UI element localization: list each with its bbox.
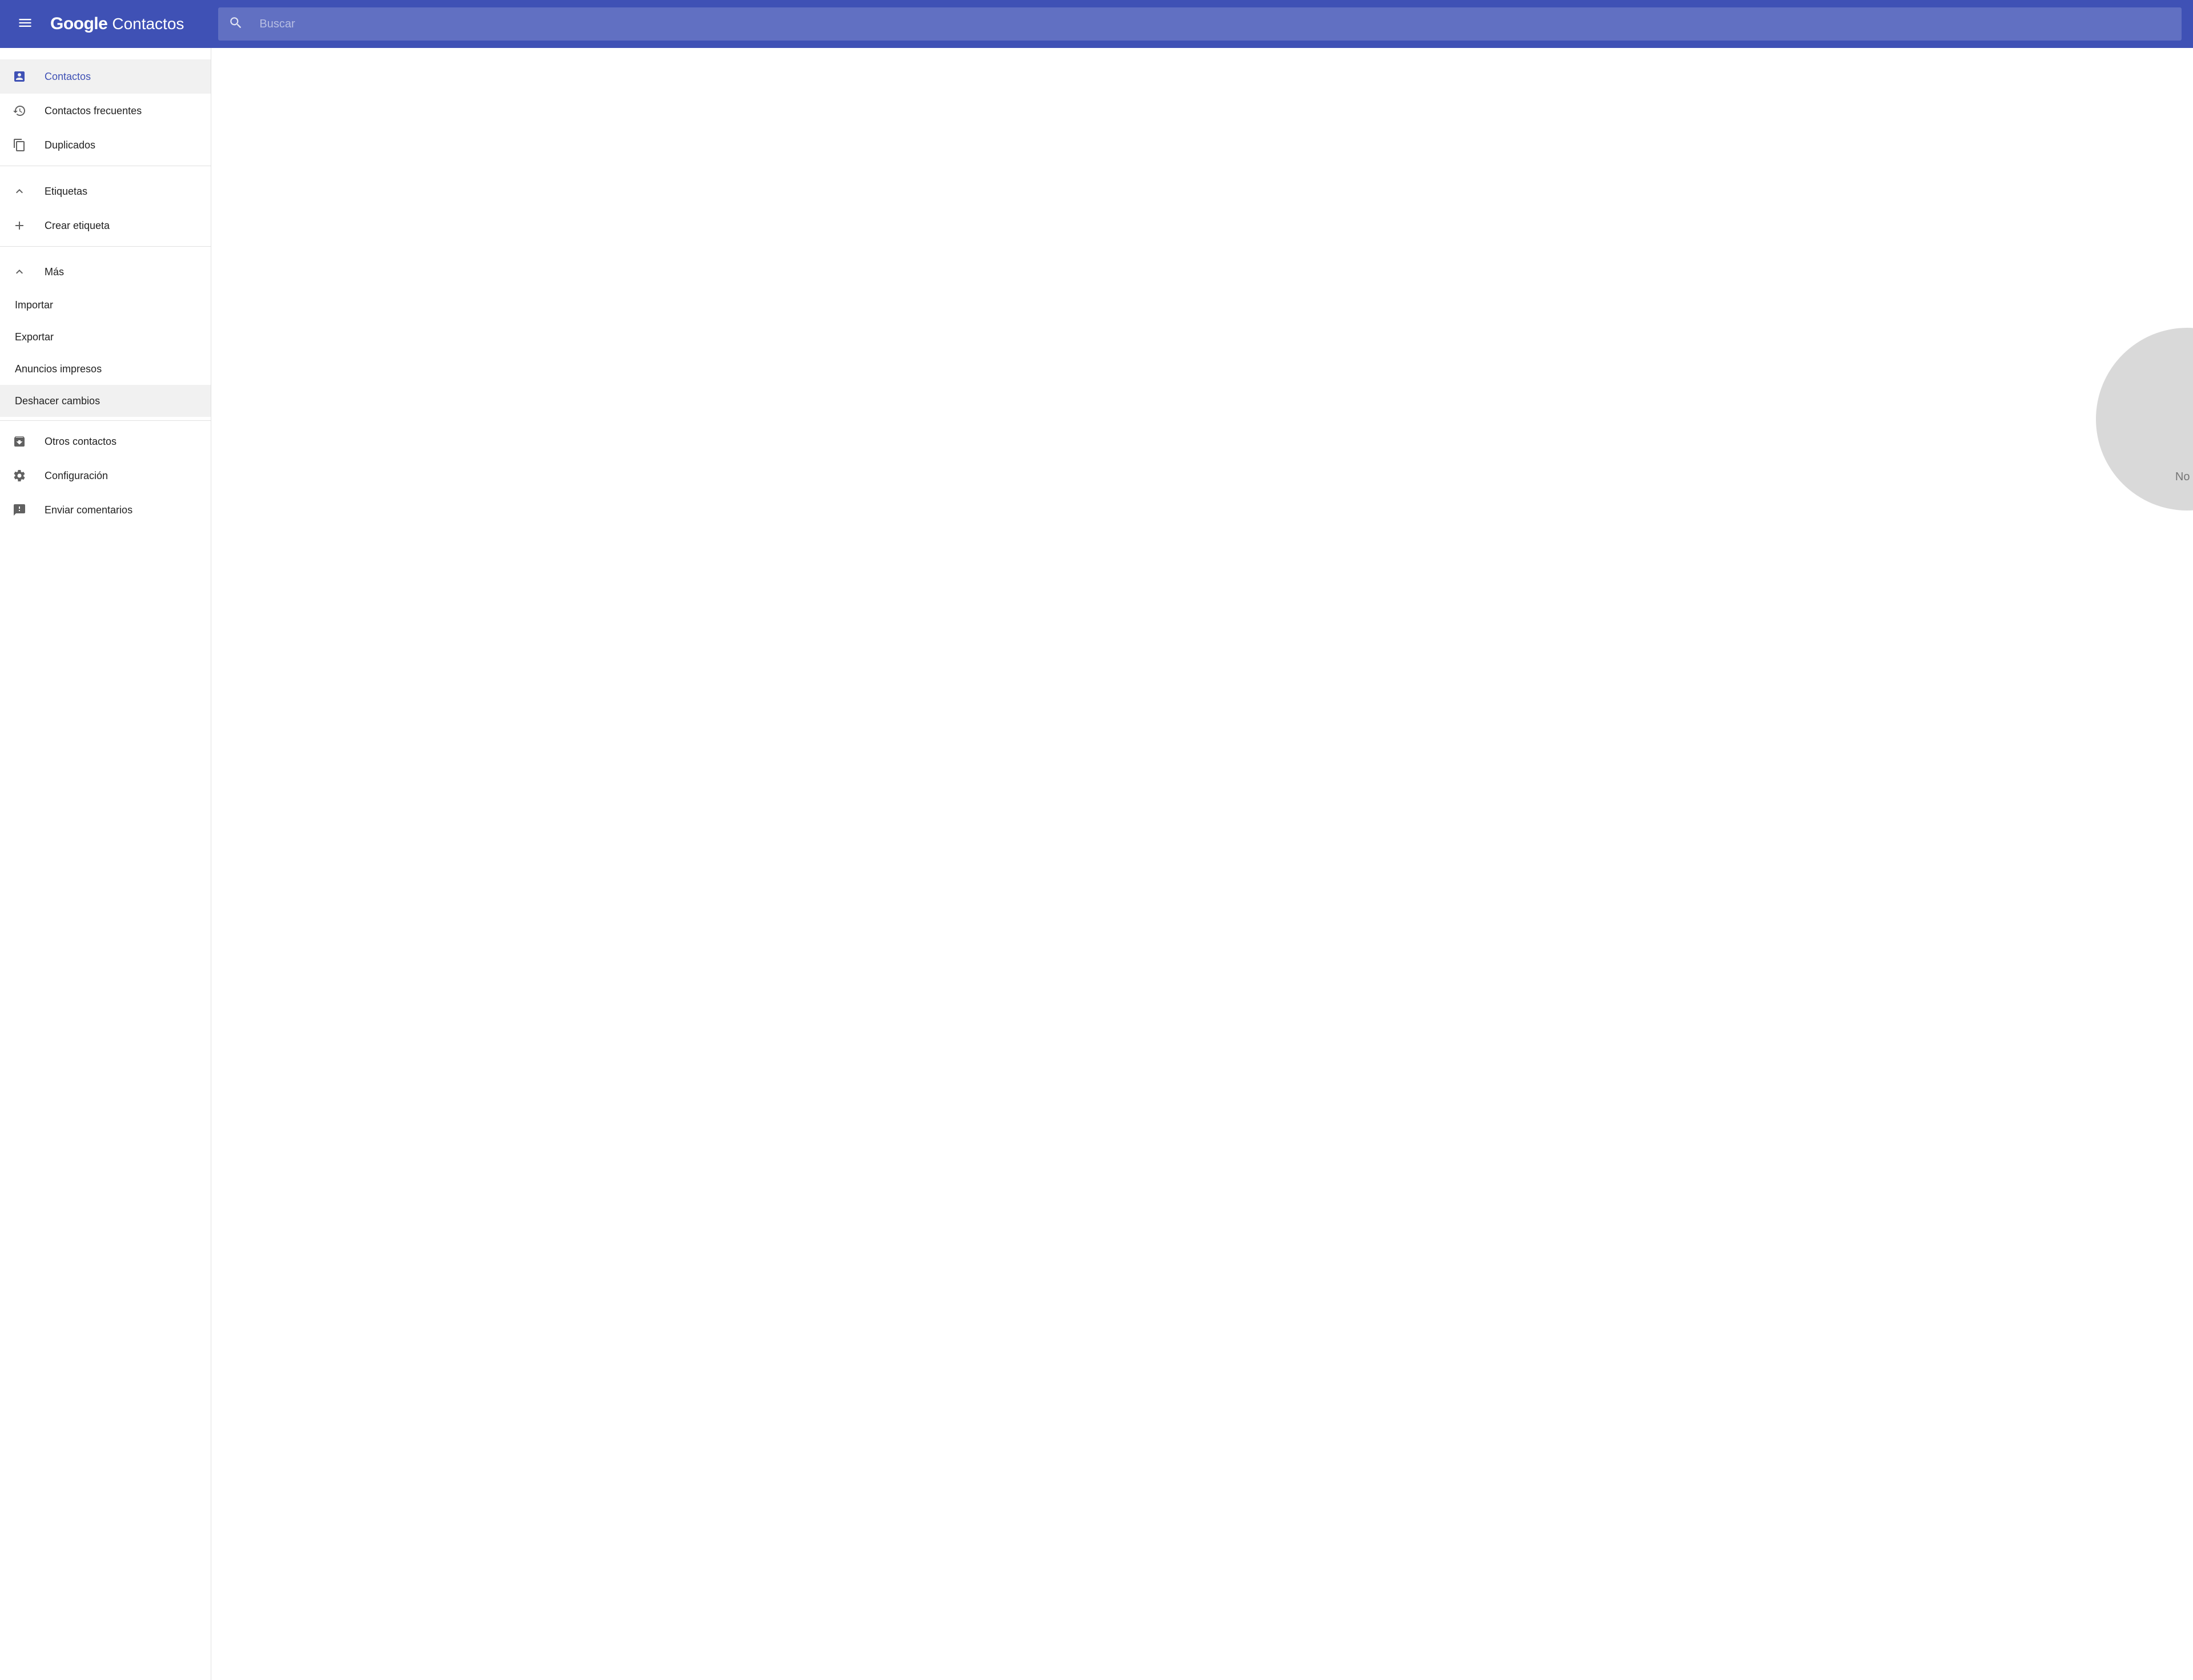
sidebar-item-label: Anuncios impresos <box>15 363 102 375</box>
sidebar-item-label: Otros contactos <box>45 436 117 448</box>
search-icon <box>228 15 243 33</box>
divider <box>0 246 211 247</box>
contact-icon <box>13 70 26 83</box>
sidebar-item-contacts[interactable]: Contactos <box>0 59 211 94</box>
sidebar-item-label: Deshacer cambios <box>15 395 100 407</box>
chevron-up-icon <box>13 184 26 198</box>
archive-icon <box>13 435 26 448</box>
sidebar-item-label: Crear etiqueta <box>45 220 110 232</box>
gear-icon <box>13 469 26 483</box>
sidebar-item-duplicates[interactable]: Duplicados <box>0 128 211 162</box>
google-wordmark: Google <box>50 14 107 34</box>
copy-icon <box>13 138 26 152</box>
app-header: Google Contactos <box>0 0 2193 48</box>
sidebar: Contactos Contactos frecuentes Duplicado… <box>0 48 211 1680</box>
sidebar-item-other-contacts[interactable]: Otros contactos <box>0 424 211 459</box>
sidebar-item-export[interactable]: Exportar <box>0 321 211 353</box>
app-title: Contactos <box>112 15 184 33</box>
sidebar-item-label: Configuración <box>45 470 108 482</box>
search-input[interactable] <box>259 18 2171 31</box>
main-menu-button[interactable] <box>11 10 39 38</box>
sidebar-item-label: Importar <box>15 299 53 311</box>
main-content: No ti <box>211 48 2193 1680</box>
chevron-up-icon <box>13 265 26 279</box>
divider <box>0 420 211 421</box>
sidebar-item-frequent[interactable]: Contactos frecuentes <box>0 94 211 128</box>
sidebar-section-label: Etiquetas <box>45 186 87 198</box>
sidebar-section-label: Más <box>45 266 64 278</box>
search-bar[interactable] <box>218 7 2182 41</box>
empty-state-text: No ti <box>2175 471 2193 484</box>
plus-icon <box>13 219 26 232</box>
sidebar-item-label: Enviar comentarios <box>45 504 132 516</box>
app-logo[interactable]: Google Contactos <box>50 14 184 34</box>
sidebar-item-undo-changes[interactable]: Deshacer cambios <box>0 385 211 417</box>
sidebar-item-label: Duplicados <box>45 139 95 151</box>
feedback-icon <box>13 503 26 517</box>
sidebar-more-header[interactable]: Más <box>0 255 211 289</box>
hamburger-icon <box>17 15 33 34</box>
sidebar-item-settings[interactable]: Configuración <box>0 459 211 493</box>
sidebar-item-label: Exportar <box>15 331 54 343</box>
sidebar-item-feedback[interactable]: Enviar comentarios <box>0 493 211 527</box>
sidebar-item-print[interactable]: Anuncios impresos <box>0 353 211 385</box>
sidebar-item-label: Contactos <box>45 71 91 83</box>
history-icon <box>13 104 26 118</box>
sidebar-item-label: Contactos frecuentes <box>45 105 142 117</box>
sidebar-create-label[interactable]: Crear etiqueta <box>0 208 211 243</box>
sidebar-labels-header[interactable]: Etiquetas <box>0 174 211 208</box>
sidebar-item-import[interactable]: Importar <box>0 289 211 321</box>
